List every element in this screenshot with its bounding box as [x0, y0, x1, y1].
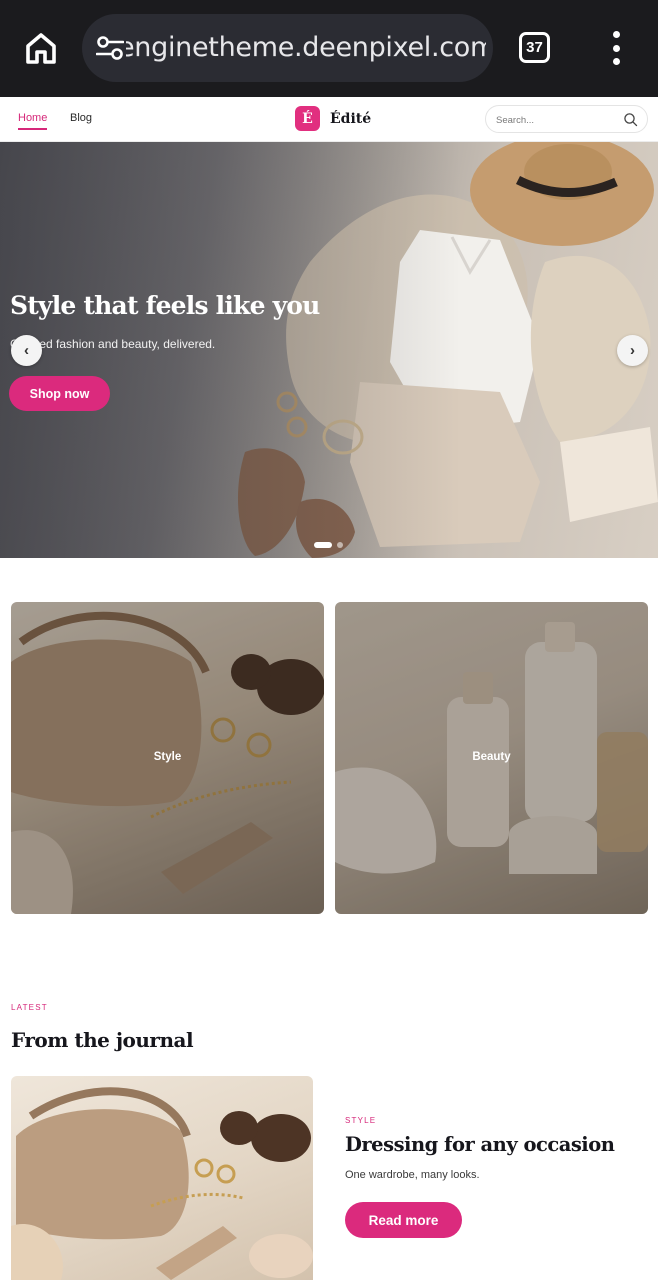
- url-text[interactable]: enginetheme.deenpixel.com: [126, 31, 486, 65]
- section-title: From the journal: [11, 1028, 194, 1052]
- address-bar[interactable]: enginetheme.deenpixel.com: [82, 14, 493, 82]
- post-image: [11, 1087, 313, 1280]
- slider-dot-1[interactable]: [314, 542, 332, 548]
- home-icon[interactable]: [22, 28, 60, 68]
- category-label: Style: [153, 751, 182, 763]
- site-header: Home Blog É Édité: [0, 97, 658, 142]
- category-tile-style[interactable]: Style: [11, 602, 324, 914]
- browser-toolbar: enginetheme.deenpixel.com 37: [0, 0, 658, 97]
- hero-title: Style that feels like you: [10, 291, 320, 320]
- site-logo[interactable]: É Édité: [295, 106, 371, 131]
- chevron-left-icon[interactable]: ‹: [11, 335, 42, 366]
- more-vertical-icon[interactable]: [606, 31, 626, 65]
- category-tile-beauty[interactable]: Beauty: [335, 602, 648, 914]
- search-box: [485, 105, 648, 133]
- slider-dot-2[interactable]: [337, 542, 343, 548]
- logo-name: Édité: [330, 110, 372, 127]
- read-more-button[interactable]: Read more: [345, 1202, 462, 1238]
- post-title[interactable]: Dressing for any occasion: [345, 1133, 615, 1156]
- search-input[interactable]: [496, 112, 616, 128]
- logo-mark: É: [295, 106, 320, 131]
- hero-slider: Style that feels like you Curated fashio…: [0, 142, 658, 558]
- section-eyebrow: LATEST: [11, 1003, 48, 1012]
- slider-pagination: [314, 542, 343, 548]
- tab-switcher-button[interactable]: 37: [519, 32, 550, 63]
- category-label: Beauty: [472, 751, 511, 763]
- shop-now-button[interactable]: Shop now: [9, 376, 110, 411]
- post-excerpt: One wardrobe, many looks.: [345, 1169, 480, 1181]
- post-category[interactable]: STYLE: [345, 1116, 376, 1125]
- nav-blog-link[interactable]: Blog: [70, 112, 92, 124]
- post-thumbnail[interactable]: [11, 1076, 313, 1280]
- chevron-right-icon[interactable]: ›: [617, 335, 648, 366]
- search-icon[interactable]: [623, 112, 638, 127]
- nav-home-link[interactable]: Home: [18, 112, 48, 130]
- tune-icon[interactable]: [95, 35, 125, 61]
